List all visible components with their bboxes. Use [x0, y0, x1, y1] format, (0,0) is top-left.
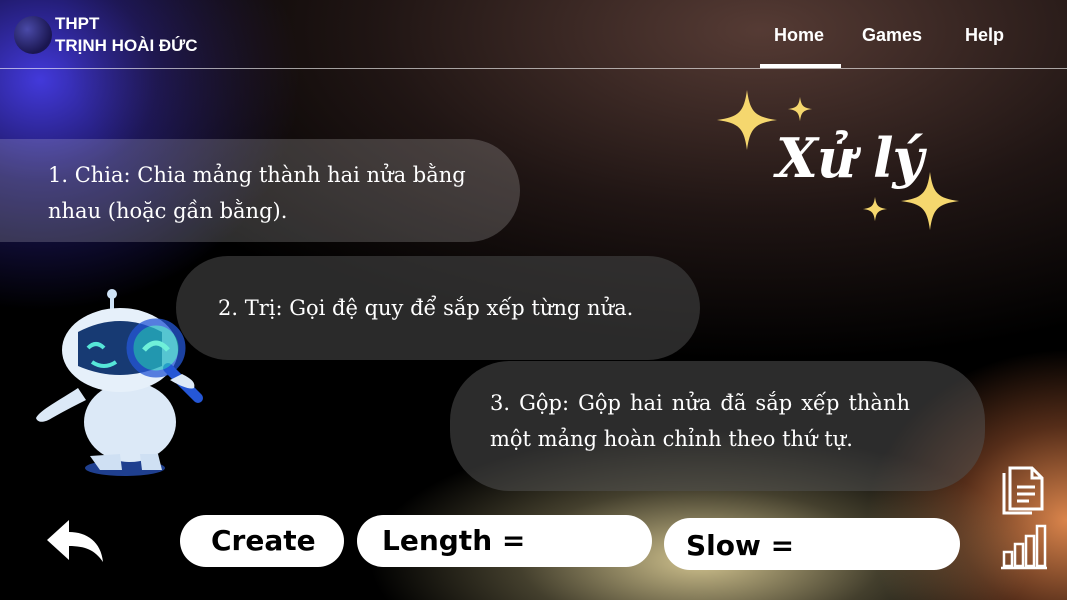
school-logo: [14, 16, 52, 54]
back-arrow-icon[interactable]: [45, 518, 105, 564]
bar-chart-icon[interactable]: [1000, 522, 1048, 570]
step-text-2: 2. Trị: Gọi đệ quy để sắp xếp từng nửa.: [218, 296, 634, 320]
create-button[interactable]: Create: [180, 515, 344, 567]
step-bubble-3: 3. Gộp: Gộp hai nửa đã sắp xếp thành một…: [450, 361, 985, 491]
sparkle-icon: [862, 196, 888, 222]
sparkle-icon: [787, 96, 813, 122]
sparkle-icon: [717, 90, 777, 150]
nav-help[interactable]: Help: [965, 25, 1004, 46]
robot-mascot-icon: [36, 289, 203, 476]
step-text-3: 3. Gộp: Gộp hai nửa đã sắp xếp thành một…: [490, 391, 910, 451]
school-name-line2: TRỊNH HOÀI ĐỨC: [55, 36, 198, 55]
step-text-1: 1. Chia: Chia mảng thành hai nửa bằng nh…: [48, 163, 466, 223]
create-button-label: Create: [211, 524, 316, 557]
length-input-label: Length =: [382, 524, 526, 557]
nav-active-underline: [760, 64, 841, 68]
document-icon[interactable]: [1000, 465, 1046, 517]
slow-input[interactable]: Slow =: [664, 518, 960, 570]
section-title: Xử lý: [776, 126, 924, 190]
step-bubble-2: 2. Trị: Gọi đệ quy để sắp xếp từng nửa.: [176, 256, 700, 360]
length-input[interactable]: Length =: [357, 515, 652, 567]
step-bubble-1: 1. Chia: Chia mảng thành hai nửa bằng nh…: [0, 139, 520, 242]
nav-home[interactable]: Home: [774, 25, 824, 46]
school-name: THPT TRỊNH HOÀI ĐỨC: [55, 13, 198, 57]
top-navbar: THPT TRỊNH HOÀI ĐỨC Home Games Help: [0, 0, 1067, 69]
nav-games[interactable]: Games: [862, 25, 922, 46]
school-name-line1: THPT: [55, 14, 100, 33]
slow-input-label: Slow =: [686, 529, 795, 562]
